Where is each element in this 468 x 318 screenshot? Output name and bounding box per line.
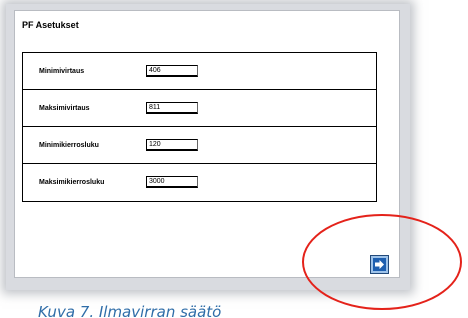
setting-label: Minimikierrosluku	[39, 142, 99, 149]
setting-label: Maksimivirtaus	[39, 105, 90, 112]
min-flow-input[interactable]	[146, 65, 198, 77]
max-rpm-input[interactable]	[146, 176, 198, 188]
setting-label: Minimivirtaus	[39, 68, 85, 75]
setting-label: Maksimikierrosluku	[39, 179, 105, 186]
highlight-circle	[302, 214, 462, 310]
setting-row-max-rpm: Maksimikierrosluku	[23, 164, 376, 201]
setting-row-max-flow: Maksimivirtaus	[23, 90, 376, 127]
min-rpm-input[interactable]	[146, 139, 198, 151]
panel-title: PF Asetukset	[22, 20, 79, 30]
setting-row-min-flow: Minimivirtaus	[23, 53, 376, 90]
max-flow-input[interactable]	[146, 102, 198, 114]
settings-table: Minimivirtaus Maksimivirtaus Minimikierr…	[22, 52, 377, 202]
figure-caption: Kuva 7. Ilmavirran säätö	[38, 303, 222, 318]
setting-row-min-rpm: Minimikierrosluku	[23, 127, 376, 164]
